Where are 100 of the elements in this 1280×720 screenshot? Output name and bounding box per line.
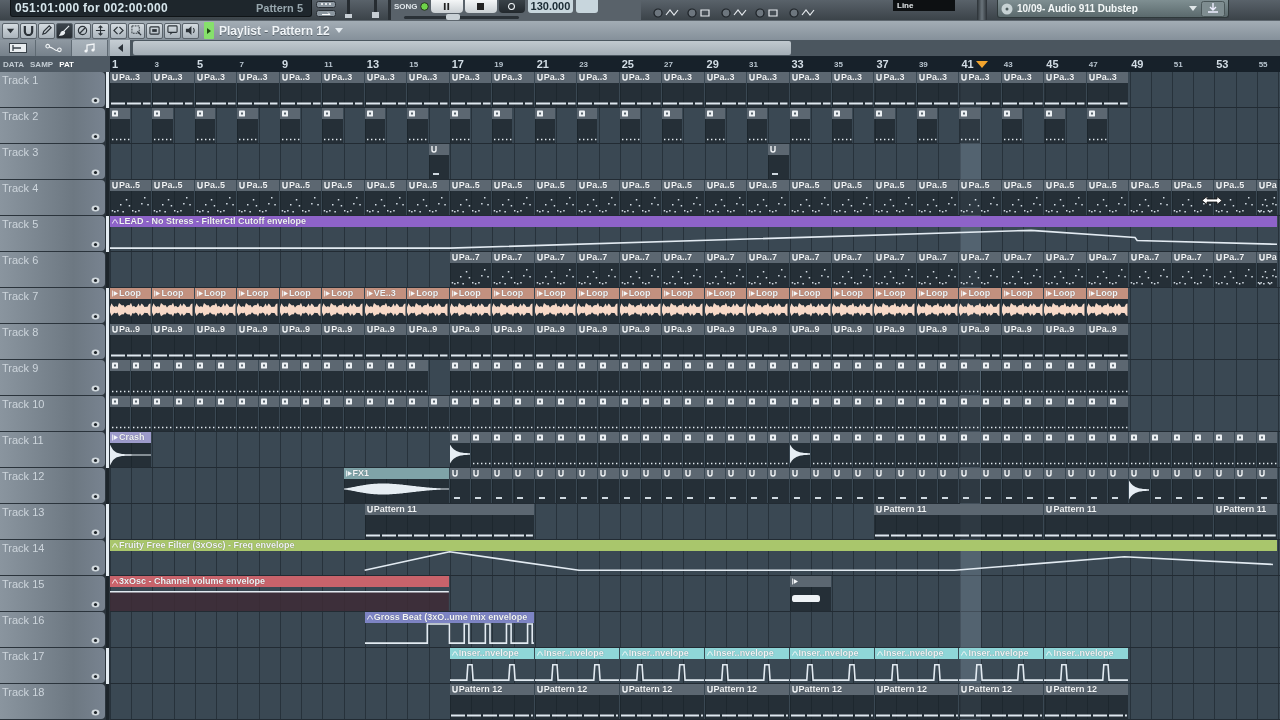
pattern-clip[interactable] bbox=[194, 360, 216, 395]
pattern-clip[interactable] bbox=[534, 108, 555, 143]
pattern-clip[interactable]: Pa..7 bbox=[492, 252, 534, 287]
pattern-clip[interactable] bbox=[449, 432, 470, 467]
pattern-clip[interactable] bbox=[492, 468, 513, 503]
pattern-clip[interactable] bbox=[640, 432, 662, 467]
download-icon[interactable] bbox=[1201, 0, 1225, 17]
pattern-clip[interactable] bbox=[364, 360, 386, 395]
pattern-clip[interactable]: Pa..5 bbox=[1044, 180, 1086, 215]
pattern-clip[interactable]: Pa..5 bbox=[704, 180, 747, 215]
pattern-clip[interactable] bbox=[768, 360, 789, 395]
pattern-clip[interactable] bbox=[1129, 468, 1150, 503]
round-toggle-icon[interactable] bbox=[789, 8, 817, 18]
round-toggle-icon[interactable] bbox=[91, 637, 100, 644]
pattern-clip[interactable] bbox=[895, 432, 916, 467]
pattern-clip[interactable] bbox=[1150, 468, 1171, 503]
pattern-clip[interactable] bbox=[1150, 432, 1171, 467]
pattern-clip[interactable] bbox=[853, 360, 874, 395]
pattern-clip[interactable]: Pa..5 bbox=[874, 180, 916, 215]
pattern-clip[interactable] bbox=[555, 432, 577, 467]
pattern-clip[interactable] bbox=[619, 468, 640, 503]
pattern-clip[interactable] bbox=[1086, 360, 1107, 395]
pattern-clip[interactable]: Pa..5 bbox=[152, 180, 194, 215]
pattern-clip[interactable] bbox=[364, 108, 386, 143]
filter-label[interactable]: DATA bbox=[3, 59, 25, 69]
pattern-clip[interactable] bbox=[725, 360, 747, 395]
pattern-clip[interactable] bbox=[1044, 432, 1065, 467]
pattern-clip[interactable] bbox=[1065, 468, 1086, 503]
pattern-clip[interactable]: Pa..5 bbox=[577, 180, 619, 215]
pattern-clip[interactable] bbox=[619, 108, 640, 143]
pattern-clip[interactable] bbox=[704, 432, 725, 467]
pattern-clip[interactable]: Pa..5 bbox=[322, 180, 364, 215]
pattern-clip[interactable] bbox=[513, 432, 534, 467]
pattern-clip[interactable] bbox=[938, 360, 959, 395]
scroll-left-button[interactable] bbox=[110, 40, 130, 56]
pattern-clip[interactable] bbox=[1044, 468, 1065, 503]
pattern-clip[interactable] bbox=[768, 144, 789, 179]
pattern-clip[interactable] bbox=[322, 396, 343, 431]
pattern-clip[interactable] bbox=[471, 360, 492, 395]
pattern-clip[interactable] bbox=[322, 108, 343, 143]
pattern-clip[interactable] bbox=[1192, 468, 1214, 503]
pattern-clip[interactable] bbox=[959, 360, 980, 395]
pattern-clip[interactable] bbox=[1171, 432, 1192, 467]
pattern-clip[interactable] bbox=[173, 360, 194, 395]
pattern-clip[interactable]: Pa..5 bbox=[237, 180, 279, 215]
pattern-clip[interactable]: Pa..7 bbox=[449, 252, 492, 287]
pattern-clip[interactable] bbox=[810, 432, 831, 467]
pattern-clip[interactable] bbox=[513, 396, 534, 431]
status-led-icon[interactable] bbox=[419, 2, 429, 11]
audio-clip[interactable] bbox=[789, 576, 832, 611]
pattern-clip[interactable] bbox=[725, 468, 747, 503]
output-selector[interactable]: Line bbox=[893, 0, 955, 11]
pattern-clip[interactable] bbox=[555, 396, 577, 431]
pattern-clip[interactable] bbox=[492, 360, 513, 395]
pattern-clip[interactable] bbox=[152, 360, 173, 395]
pattern-clip[interactable] bbox=[1044, 108, 1065, 143]
pattern-clip[interactable] bbox=[279, 396, 301, 431]
pattern-clip[interactable] bbox=[110, 108, 131, 143]
pattern-clip[interactable] bbox=[1086, 468, 1108, 503]
arrow-button[interactable] bbox=[204, 22, 214, 39]
pattern-clip[interactable] bbox=[1044, 360, 1065, 395]
pattern-clip[interactable] bbox=[471, 396, 492, 431]
pattern-clip[interactable] bbox=[662, 108, 683, 143]
pattern-clip[interactable] bbox=[662, 468, 683, 503]
pattern-clip[interactable] bbox=[1001, 432, 1023, 467]
pattern-clip[interactable]: Pa..5 bbox=[619, 180, 662, 215]
pattern-clip[interactable] bbox=[980, 396, 1001, 431]
round-toggle-icon[interactable] bbox=[91, 169, 100, 176]
pattern-clip[interactable]: Pa..7 bbox=[534, 252, 577, 287]
pattern-clip[interactable]: Pa..5 bbox=[1086, 180, 1129, 215]
pattern-clip[interactable] bbox=[1001, 396, 1023, 431]
tool-button[interactable] bbox=[146, 22, 163, 39]
pattern-clip[interactable] bbox=[1086, 432, 1107, 467]
pattern-clip[interactable] bbox=[662, 360, 683, 395]
pattern-clip[interactable] bbox=[1108, 468, 1129, 503]
pattern-clip[interactable] bbox=[131, 360, 152, 395]
pattern-clip[interactable] bbox=[789, 468, 810, 503]
pattern-clip[interactable] bbox=[1086, 396, 1107, 431]
round-toggle-icon[interactable] bbox=[91, 601, 100, 608]
round-toggle-icon[interactable] bbox=[91, 493, 100, 500]
pause-button[interactable] bbox=[430, 0, 463, 13]
pattern-clip[interactable] bbox=[577, 432, 598, 467]
pattern-clip[interactable] bbox=[173, 396, 194, 431]
round-toggle-icon[interactable] bbox=[653, 8, 681, 18]
pattern-clip[interactable] bbox=[959, 468, 980, 503]
pattern-clip[interactable] bbox=[874, 432, 895, 467]
scrollbar-thumb[interactable] bbox=[133, 41, 791, 55]
pattern-clip[interactable] bbox=[789, 396, 810, 431]
pattern-clip[interactable] bbox=[1108, 396, 1129, 431]
pattern-clip[interactable] bbox=[386, 360, 407, 395]
pattern-clip[interactable] bbox=[640, 468, 662, 503]
pattern-clip[interactable] bbox=[1023, 360, 1044, 395]
round-toggle-icon[interactable] bbox=[91, 277, 100, 284]
pattern-clip[interactable]: Pa..7 bbox=[662, 252, 704, 287]
pattern-clip[interactable] bbox=[619, 360, 640, 395]
pattern-clip[interactable]: Pattern 11 bbox=[364, 504, 534, 539]
pattern-clip[interactable] bbox=[640, 360, 662, 395]
pattern-clip[interactable]: Pa..5 bbox=[747, 180, 789, 215]
pattern-clip[interactable] bbox=[619, 396, 640, 431]
slider-thumb[interactable] bbox=[446, 14, 461, 20]
